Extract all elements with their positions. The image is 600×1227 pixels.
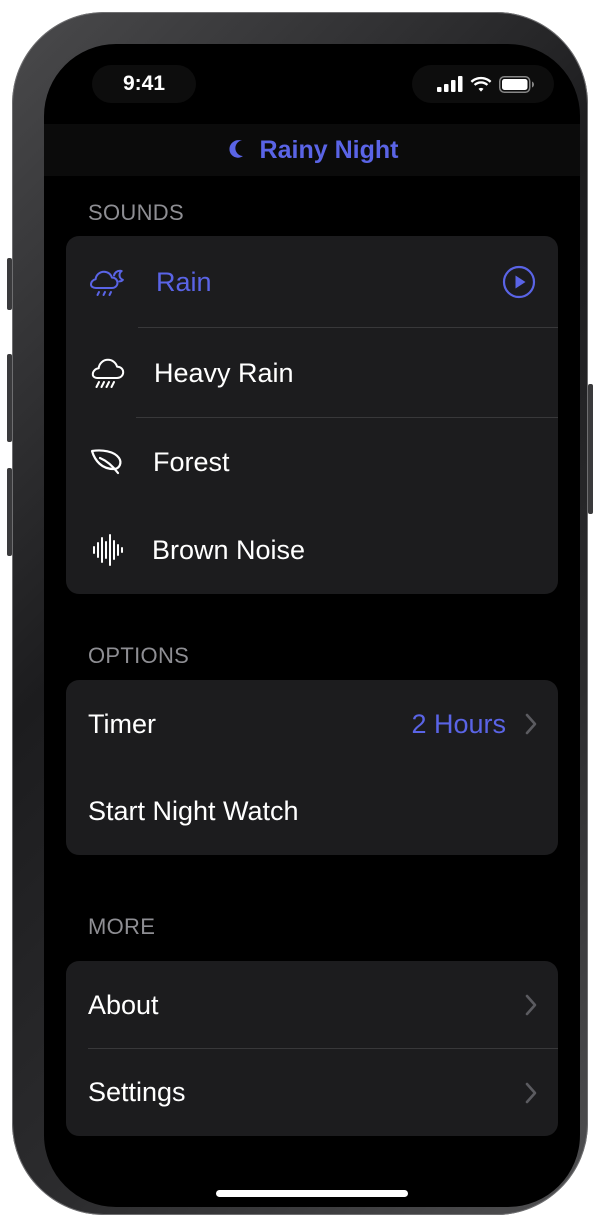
navigation-bar: Rainy Night <box>44 124 580 176</box>
status-bar: 9:41 <box>44 44 580 124</box>
screen: 9:41 Rainy Night SOUNDS Rain Heavy Rain … <box>44 44 580 1207</box>
status-icons <box>426 65 546 103</box>
cellular-signal-icon <box>437 76 463 92</box>
status-time: 9:41 <box>122 72 166 95</box>
nav-title: Rainy Night <box>259 135 399 164</box>
moon-icon <box>228 140 243 158</box>
start-night-watch-row[interactable]: Start Night Watch <box>66 768 558 855</box>
timer-label: Timer <box>88 708 156 739</box>
sound-label-rain: Rain <box>156 266 212 297</box>
options-group: Timer 2 Hours Start Night Watch <box>66 680 558 855</box>
sound-row-forest[interactable]: Forest <box>66 418 558 506</box>
sound-row-heavy-rain[interactable]: Heavy Rain <box>66 328 558 418</box>
volume-down-button <box>7 468 12 556</box>
section-header-more: MORE <box>88 914 156 939</box>
waveform-icon <box>88 530 128 570</box>
power-button <box>588 384 593 514</box>
about-row[interactable]: About <box>66 961 558 1049</box>
home-indicator[interactable] <box>216 1190 408 1197</box>
leaf-icon <box>88 442 128 482</box>
settings-label: Settings <box>88 1077 186 1107</box>
sound-label-forest: Forest <box>153 446 230 477</box>
sounds-group: Rain Heavy Rain Forest Brown Noise <box>66 236 558 594</box>
timer-value: 2 Hours <box>411 708 506 739</box>
more-group: About Settings <box>66 961 558 1136</box>
section-header-sounds: SOUNDS <box>88 200 184 225</box>
settings-row[interactable]: Settings <box>66 1049 558 1136</box>
about-label: About <box>88 989 159 1020</box>
sound-row-brown-noise[interactable]: Brown Noise <box>66 506 558 594</box>
timer-row[interactable]: Timer 2 Hours <box>66 680 558 768</box>
sound-row-rain[interactable]: Rain <box>66 236 558 328</box>
chevron-right-icon <box>525 994 537 1016</box>
cloud-heavy-rain-icon <box>88 353 128 393</box>
phone-frame: 9:41 Rainy Night SOUNDS Rain Heavy Rain … <box>7 12 593 1215</box>
volume-up-button <box>7 354 12 442</box>
battery-icon <box>499 75 534 93</box>
play-circle-icon[interactable] <box>502 265 536 299</box>
action-button <box>7 258 12 310</box>
chevron-right-icon <box>525 713 537 735</box>
cloud-moon-rain-icon <box>88 262 128 302</box>
sound-label-heavy-rain: Heavy Rain <box>154 357 294 388</box>
sound-label-brown-noise: Brown Noise <box>152 534 306 565</box>
wifi-icon <box>470 76 492 92</box>
section-header-options: OPTIONS <box>88 643 190 668</box>
start-night-watch-label: Start Night Watch <box>88 796 299 826</box>
chevron-right-icon <box>525 1082 537 1103</box>
